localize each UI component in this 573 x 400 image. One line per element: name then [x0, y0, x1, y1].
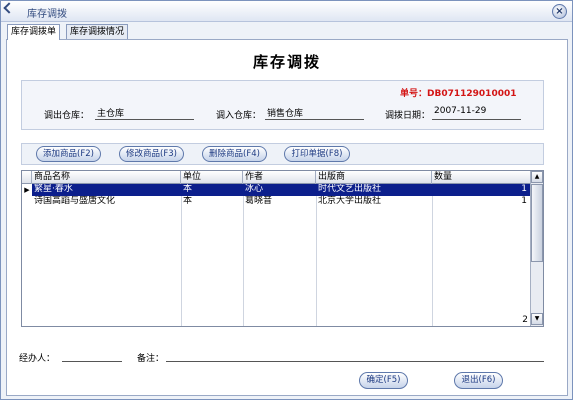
delete-item-button[interactable]: 删除商品(F4)	[202, 146, 267, 162]
title-bar[interactable]: 库存调拨 ×	[1, 1, 572, 22]
grid-header: 商品名称 单位 作者 出版商 数量	[22, 171, 530, 184]
table-row[interactable]: ▶ 繁星·春水 本 冰心 时代文艺出版社 1	[22, 184, 530, 196]
column-header-publisher[interactable]: 出版商	[316, 171, 432, 184]
out-warehouse-label: 调出仓库：	[44, 111, 90, 121]
cell-unit[interactable]: 本	[181, 184, 243, 196]
confirm-button[interactable]: 确定(F5)	[359, 372, 408, 389]
cell-publisher[interactable]: 时代文艺出版社	[316, 184, 432, 196]
out-warehouse-field[interactable]: 主仓库	[95, 106, 194, 120]
column-header-quantity[interactable]: 数量	[432, 171, 530, 184]
cell-author[interactable]: 葛晓音	[243, 196, 316, 208]
cell-quantity[interactable]: 1	[432, 196, 530, 208]
system-menu-icon[interactable]	[3, 2, 15, 14]
transfer-order-panel: 库存调拨 单号：DB071129010001 调出仓库： 主仓库 调入仓库： 销…	[6, 39, 568, 396]
handler-label: 经办人：	[19, 354, 56, 364]
column-header-product-name[interactable]: 商品名称	[32, 171, 181, 184]
edit-item-button[interactable]: 修改商品(F3)	[119, 146, 184, 162]
transfer-date-field[interactable]: 2007-11-29	[432, 106, 521, 120]
remarks-field[interactable]	[166, 350, 544, 362]
remarks-label: 备注：	[137, 354, 165, 364]
grid-total-count: 2	[522, 315, 528, 325]
inventory-transfer-window: 库存调拨 × 库存调拨单 库存调拨情况 库存调拨 单号：DB0711290100…	[0, 0, 573, 400]
grid-vertical-scrollbar[interactable]: ▲ ▼	[530, 171, 543, 326]
cell-quantity[interactable]: 1	[432, 184, 530, 196]
exit-button[interactable]: 退出(F6)	[454, 372, 503, 389]
cell-product-name[interactable]: 诗国高蹈与盛唐文化	[32, 196, 181, 208]
cell-unit[interactable]: 本	[181, 196, 243, 208]
window-title: 库存调拨	[27, 9, 67, 20]
tab-transfer-status[interactable]: 库存调拨情况	[66, 24, 129, 39]
row-indicator-icon: ▶	[22, 184, 32, 196]
doc-number-value: DB071129010001	[427, 89, 517, 99]
scroll-down-icon[interactable]: ▼	[531, 313, 543, 325]
print-order-button[interactable]: 打印单据(F8)	[284, 146, 350, 162]
in-warehouse-field[interactable]: 销售仓库	[265, 106, 364, 120]
column-header-author[interactable]: 作者	[243, 171, 316, 184]
doc-number-label: 单号：	[400, 89, 428, 99]
indicator-column-header	[22, 171, 32, 184]
tab-transfer-order[interactable]: 库存调拨单	[7, 24, 61, 40]
cell-publisher[interactable]: 北京大学出版社	[316, 196, 432, 208]
cell-product-name[interactable]: 繁星·春水	[32, 184, 181, 196]
handler-field[interactable]	[62, 350, 122, 362]
item-toolbar: 添加商品(F2) 修改商品(F3) 删除商品(F4) 打印单据(F8)	[21, 143, 544, 165]
cell-author[interactable]: 冰心	[243, 184, 316, 196]
doc-number: 单号：DB071129010001	[400, 86, 517, 99]
column-header-unit[interactable]: 单位	[181, 171, 243, 184]
close-button[interactable]: ×	[552, 4, 567, 19]
table-row[interactable]: 诗国高蹈与盛唐文化 本 葛晓音 北京大学出版社 1	[22, 196, 530, 208]
form-title: 库存调拨	[252, 53, 321, 71]
items-grid[interactable]: 商品名称 单位 作者 出版商 数量 ▶ 繁星·春水 本 冰心 时代文艺出版社 1…	[21, 170, 544, 327]
in-warehouse-label: 调入仓库：	[216, 111, 262, 121]
order-header: 单号：DB071129010001 调出仓库： 主仓库 调入仓库： 销售仓库 调…	[21, 80, 544, 130]
transfer-date-label: 调拨日期：	[385, 111, 431, 121]
scroll-up-icon[interactable]: ▲	[531, 171, 543, 183]
add-item-button[interactable]: 添加商品(F2)	[36, 146, 101, 162]
scrollbar-thumb[interactable]	[531, 184, 543, 262]
